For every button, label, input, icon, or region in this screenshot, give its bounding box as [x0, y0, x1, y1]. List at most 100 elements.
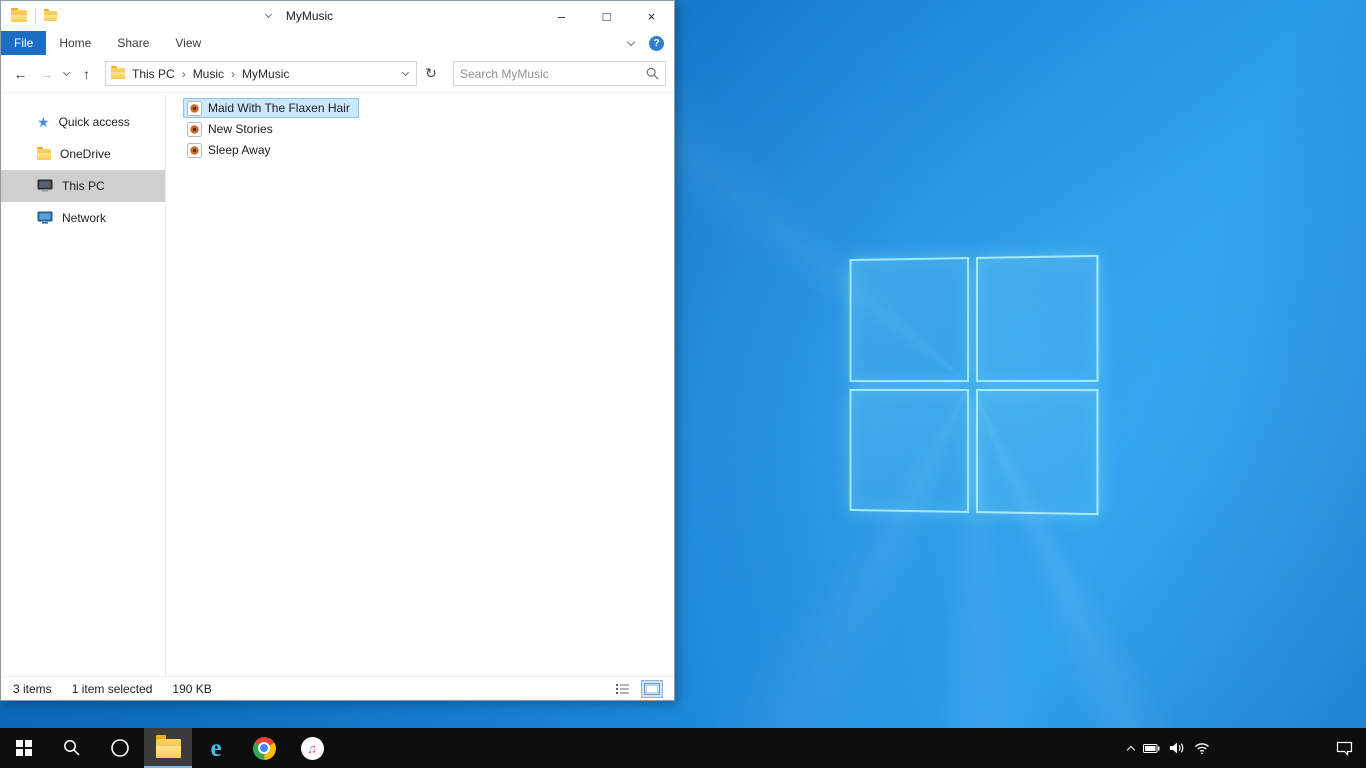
computer-icon [37, 179, 53, 192]
chevron-down-icon [626, 37, 636, 46]
file-list[interactable]: Maid With The Flaxen Hair New Stories Sl… [166, 94, 674, 676]
back-button[interactable]: ← [9, 66, 32, 82]
file-name: Sleep Away [208, 143, 271, 157]
file-name: Maid With The Flaxen Hair [208, 101, 350, 115]
chevron-down-icon [62, 68, 71, 76]
sidebar-item-label: Quick access [58, 115, 130, 129]
windows-logo-wallpaper [849, 254, 1099, 516]
windows-start-icon [16, 740, 32, 756]
search-icon [64, 740, 80, 756]
expand-ribbon-button[interactable] [625, 37, 637, 46]
network-tray-button[interactable] [1194, 742, 1210, 755]
logo-pane-bottom-left [849, 388, 969, 513]
file-explorer-window: MyMusic – □ × File Home Share View ? ← →… [0, 0, 675, 701]
status-bar: 3 items 1 item selected 190 KB [1, 676, 674, 700]
show-hidden-icons-button[interactable] [1126, 744, 1136, 754]
large-icons-view-button[interactable] [641, 679, 663, 698]
chevron-down-icon [401, 68, 410, 76]
titlebar-separator [35, 9, 36, 23]
help-button[interactable]: ? [649, 35, 664, 51]
breadcrumb-mymusic[interactable]: MyMusic [242, 67, 289, 81]
refresh-button[interactable]: ↻ [420, 65, 442, 82]
start-button[interactable] [0, 728, 48, 768]
navigation-pane: ★ Quick access OneDrive This PC Network [1, 94, 166, 676]
search-icon[interactable] [646, 67, 659, 80]
cortana-button[interactable] [96, 728, 144, 768]
onedrive-folder-icon [37, 146, 51, 160]
breadcrumb-separator-icon[interactable]: › [231, 67, 235, 81]
music-file-icon [187, 100, 202, 116]
sidebar-item-this-pc[interactable]: This PC [1, 170, 165, 202]
close-button[interactable]: × [629, 1, 674, 31]
status-selection-size: 190 KB [172, 681, 212, 696]
quick-access-toolbar-dropdown[interactable] [263, 10, 274, 19]
up-button[interactable]: ↑ [75, 66, 98, 82]
explorer-body: ★ Quick access OneDrive This PC Network … [1, 94, 674, 676]
logo-pane-top-left [849, 257, 969, 382]
sidebar-item-network[interactable]: Network [1, 202, 165, 234]
file-item[interactable]: New Stories [183, 119, 282, 139]
speaker-icon [1170, 742, 1184, 754]
sidebar-item-quick-access[interactable]: ★ Quick access [1, 106, 165, 138]
logo-pane-top-right [975, 254, 1099, 382]
recent-locations-dropdown[interactable] [61, 68, 72, 76]
address-bar[interactable]: This PC › Music › MyMusic [105, 61, 417, 86]
window-title: MyMusic [285, 9, 334, 23]
star-icon: ★ [37, 114, 50, 130]
quick-access-toolbar-icon[interactable] [44, 9, 57, 21]
minimize-button[interactable]: – [539, 1, 584, 31]
tab-share[interactable]: Share [104, 31, 162, 55]
chevron-up-icon [1126, 745, 1136, 754]
desktop: MyMusic – □ × File Home Share View ? ← →… [0, 0, 1366, 768]
tab-file[interactable]: File [1, 31, 47, 55]
network-icon [37, 211, 53, 224]
ribbon-tab-bar: File Home Share View ? [1, 31, 674, 55]
file-item-selected[interactable]: Maid With The Flaxen Hair [183, 98, 359, 118]
ribbon-right-controls: ? [625, 31, 664, 55]
file-name: New Stories [208, 122, 273, 136]
details-view-icon [616, 683, 629, 694]
battery-icon [1143, 743, 1160, 753]
file-item[interactable]: Sleep Away [183, 140, 280, 160]
status-item-count: 3 items [13, 681, 52, 696]
status-selection: 1 item selected [71, 681, 153, 696]
system-tray [1126, 728, 1210, 768]
maximize-button[interactable]: □ [584, 1, 629, 31]
address-dropdown-button[interactable] [400, 68, 411, 76]
battery-tray-button[interactable] [1143, 743, 1160, 753]
taskbar-file-explorer-button[interactable] [144, 728, 192, 768]
forward-button[interactable]: → [35, 66, 58, 82]
sidebar-item-label: This PC [62, 179, 105, 193]
breadcrumb-music[interactable]: Music [193, 67, 224, 81]
breadcrumb-this-pc[interactable]: This PC [132, 67, 175, 81]
tab-home[interactable]: Home [46, 31, 104, 55]
window-controls: – □ × [539, 1, 674, 31]
sidebar-item-onedrive[interactable]: OneDrive [1, 138, 165, 170]
taskbar-spacer [1210, 728, 1322, 768]
navigation-toolbar: ← → ↑ This PC › Music › MyMusic ↻ [1, 55, 674, 93]
taskbar-internet-explorer-button[interactable]: e [192, 728, 240, 768]
file-explorer-icon [155, 735, 181, 758]
music-file-icon [187, 121, 202, 137]
taskbar-chrome-button[interactable] [240, 728, 288, 768]
address-folder-icon [111, 66, 125, 79]
taskbar-itunes-button[interactable]: ♫ [288, 728, 336, 768]
sidebar-item-label: Network [62, 211, 107, 225]
logo-pane-bottom-right [975, 388, 1099, 516]
taskbar: e ♫ [0, 728, 1366, 768]
taskbar-search-button[interactable] [48, 728, 96, 768]
chrome-icon [252, 736, 276, 760]
tab-view[interactable]: View [162, 31, 214, 55]
details-view-button[interactable] [613, 681, 632, 697]
breadcrumb-separator-icon[interactable]: › [182, 67, 186, 81]
title-bar[interactable]: MyMusic – □ × [1, 1, 674, 31]
chevron-down-icon [264, 10, 272, 19]
action-center-icon [1336, 741, 1352, 756]
sidebar-item-label: OneDrive [60, 147, 111, 161]
action-center-button[interactable] [1322, 728, 1366, 768]
search-box[interactable] [453, 61, 666, 86]
search-input[interactable] [460, 66, 646, 81]
volume-tray-button[interactable] [1169, 742, 1185, 754]
view-switcher [613, 679, 663, 698]
large-icons-view-icon [644, 682, 660, 695]
